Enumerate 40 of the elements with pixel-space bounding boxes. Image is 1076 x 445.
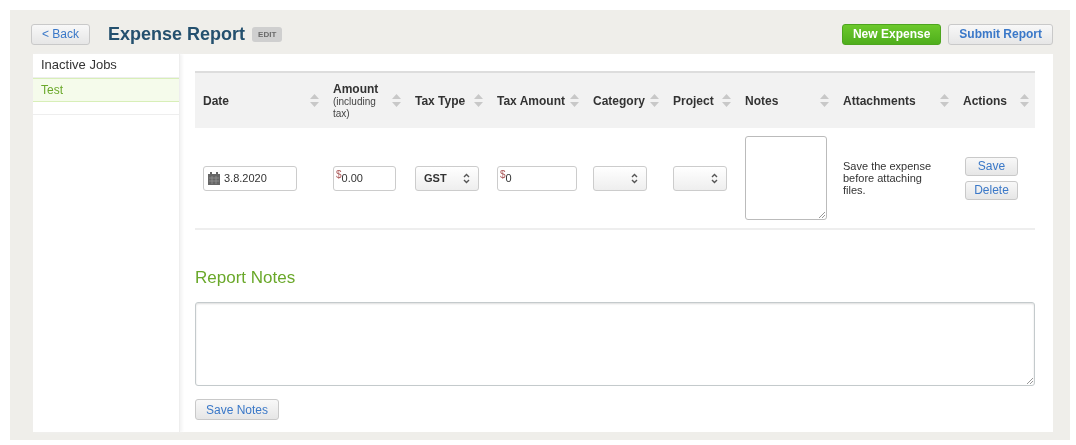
- save-notes-button[interactable]: Save Notes: [195, 399, 280, 420]
- notes-field[interactable]: [745, 136, 827, 220]
- date-field[interactable]: 3.8.2020: [203, 165, 297, 191]
- resize-grip-icon[interactable]: [1026, 377, 1033, 384]
- edit-badge[interactable]: EDIT: [252, 26, 283, 42]
- column-header[interactable]: Amount: [333, 81, 389, 96]
- sort-icon[interactable]: [650, 94, 659, 107]
- section-title: Report Notes: [195, 268, 297, 288]
- column-header[interactable]: Actions: [963, 93, 1017, 108]
- back-button[interactable]: < Back: [31, 23, 91, 45]
- column-header[interactable]: Date: [203, 93, 307, 108]
- sort-icon[interactable]: [820, 94, 829, 107]
- column-header[interactable]: Tax Amount: [497, 93, 567, 108]
- sort-icon[interactable]: [1020, 94, 1029, 107]
- calendar-icon: [208, 171, 220, 185]
- select-dropdown[interactable]: [593, 165, 647, 191]
- column-header[interactable]: Category: [593, 93, 647, 108]
- resize-grip-icon[interactable]: [818, 211, 825, 218]
- page-title: Expense Report: [108, 23, 246, 45]
- save-button[interactable]: Save: [965, 156, 1018, 176]
- sort-icon[interactable]: [570, 94, 579, 107]
- sort-icon[interactable]: [722, 94, 731, 107]
- column-subheader: (including tax): [333, 95, 377, 120]
- sort-icon[interactable]: [392, 94, 401, 107]
- sort-icon[interactable]: [940, 94, 949, 107]
- report-notes-field[interactable]: [195, 302, 1035, 386]
- delete-button[interactable]: Delete: [965, 180, 1018, 200]
- column-header[interactable]: Notes: [745, 93, 817, 108]
- chevron-updown-icon: [463, 172, 470, 184]
- select-dropdown[interactable]: GST: [415, 165, 479, 191]
- chevron-updown-icon: [711, 172, 718, 184]
- chevron-updown-icon: [631, 172, 638, 184]
- attachment-hint: Save the expense before attaching files.: [843, 160, 933, 196]
- select-dropdown[interactable]: [673, 165, 727, 191]
- column-header[interactable]: Tax Type: [415, 93, 471, 108]
- sort-icon[interactable]: [310, 94, 319, 107]
- column-header[interactable]: Project: [673, 93, 719, 108]
- column-header[interactable]: Attachments: [843, 93, 937, 108]
- submit-report-button[interactable]: Submit Report: [948, 23, 1053, 45]
- sort-icon[interactable]: [474, 94, 483, 107]
